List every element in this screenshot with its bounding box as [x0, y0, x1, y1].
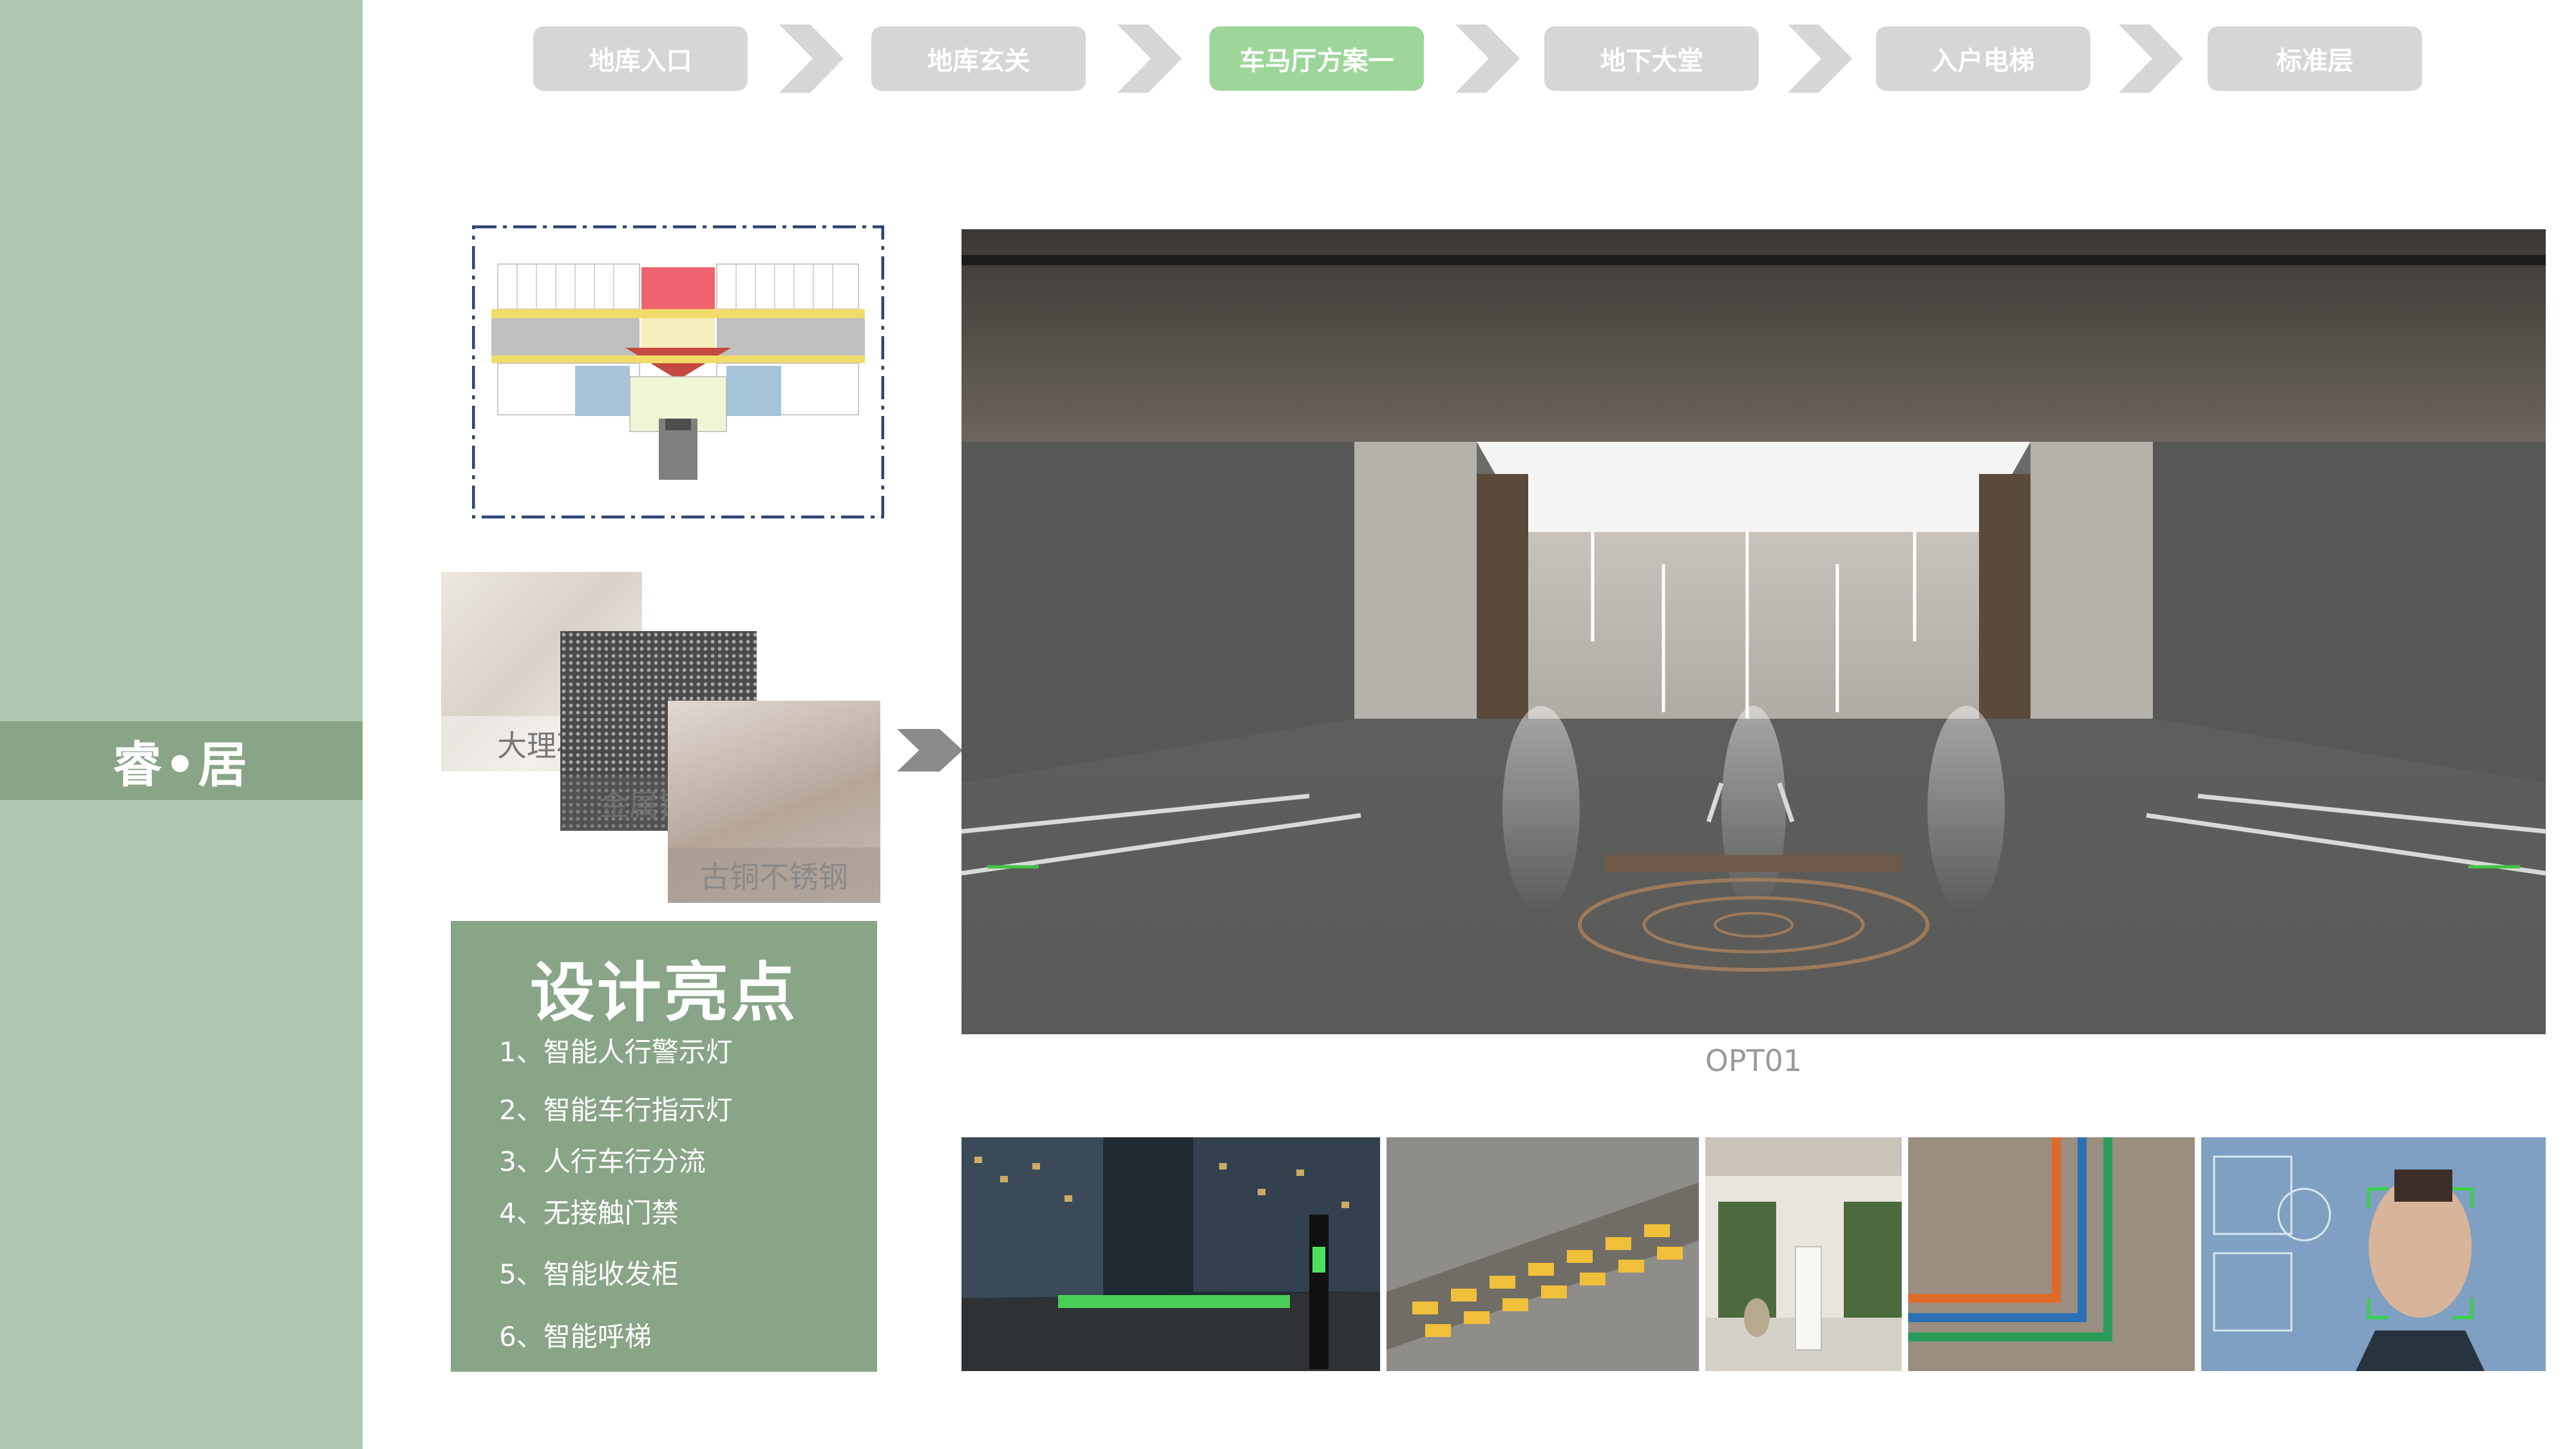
chevron-right-icon	[1455, 24, 1520, 93]
step-home-elevator[interactable]: 入户电梯	[1876, 26, 2090, 91]
thumbnail-face-recognition	[2201, 1137, 2546, 1371]
highlight-item: 1、智能人行警示灯	[499, 1036, 733, 1068]
highlight-item: 2、智能车行指示灯	[499, 1094, 733, 1126]
chevron-right-icon	[2119, 24, 2183, 93]
material-bronze-steel-label: 古铜不锈钢	[668, 848, 880, 903]
thumbnail-floor-wayfinding-lines	[1908, 1137, 2195, 1371]
carriage-hall-render	[961, 229, 2546, 1034]
step-garage-entrance[interactable]: 地库入口	[533, 26, 748, 91]
step-carriage-hall-option-one[interactable]: 车马厅方案一	[1209, 26, 1424, 91]
render-caption: OPT01	[1705, 1043, 1803, 1078]
step-garage-foyer[interactable]: 地库玄关	[871, 26, 1086, 91]
arrow-right-icon	[897, 729, 963, 772]
thumbnail-lobby-signage	[1705, 1137, 1902, 1371]
chevron-right-icon	[779, 24, 844, 93]
thumbnail-vehicle-indicator-light	[1387, 1137, 1699, 1371]
material-bronze-steel-swatch: 古铜不锈钢	[668, 701, 880, 903]
highlight-item: 4、无接触门禁	[499, 1197, 679, 1229]
highlight-item: 3、人行车行分流	[499, 1146, 706, 1177]
chevron-right-icon	[1788, 24, 1852, 93]
chevron-right-icon	[1117, 24, 1182, 93]
thumbnail-pedestrian-warning-light	[961, 1137, 1380, 1371]
highlights-title: 设计亮点	[530, 955, 798, 1030]
floor-plan-keymap	[472, 225, 884, 518]
brand-title: 睿•居	[0, 721, 363, 800]
highlight-item: 5、智能收发柜	[499, 1258, 679, 1290]
step-standard-floor[interactable]: 标准层	[2208, 26, 2422, 91]
design-highlights-panel: 设计亮点 1、智能人行警示灯 2、智能车行指示灯 3、人行车行分流 4、无接触门…	[451, 921, 877, 1372]
step-underground-lobby[interactable]: 地下大堂	[1544, 26, 1759, 91]
highlight-item: 6、智能呼梯	[499, 1321, 652, 1352]
